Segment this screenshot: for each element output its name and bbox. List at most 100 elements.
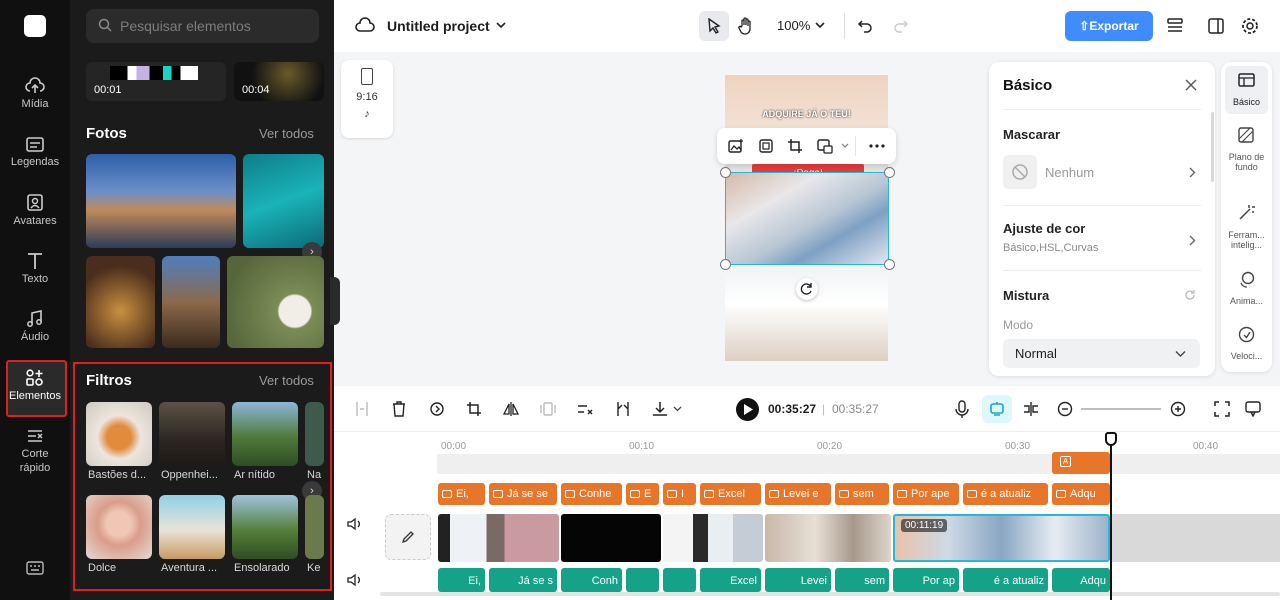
caption-clip[interactable]: sem bbox=[835, 483, 889, 505]
resize-handle[interactable] bbox=[720, 259, 731, 270]
video-clip[interactable] bbox=[561, 514, 661, 562]
add-image-icon[interactable] bbox=[728, 138, 744, 154]
replace-image-icon[interactable] bbox=[817, 138, 833, 154]
panel-collapse-handle[interactable] bbox=[330, 277, 340, 325]
text-clip[interactable]: A bbox=[1052, 452, 1110, 474]
rail-item-audio[interactable]: Áudio bbox=[0, 310, 70, 343]
crop-icon[interactable] bbox=[787, 138, 803, 154]
photo-thumbnail[interactable] bbox=[227, 256, 324, 348]
caption-clip[interactable]: Ei, bbox=[438, 483, 485, 505]
caption-clip[interactable]: Excel bbox=[700, 483, 761, 505]
video-clip-selected[interactable]: 00:11:19 bbox=[893, 514, 1110, 562]
loop-icon[interactable] bbox=[429, 401, 445, 417]
audio-clip[interactable]: Por ap bbox=[893, 568, 959, 592]
redo-icon[interactable] bbox=[893, 18, 909, 34]
layout-panel-icon[interactable] bbox=[1207, 17, 1225, 35]
audio-clip[interactable]: Já se s bbox=[489, 568, 557, 592]
timeline-scrollbar[interactable] bbox=[380, 592, 1280, 596]
freeze-icon[interactable] bbox=[540, 401, 556, 417]
audio-clip[interactable] bbox=[626, 568, 659, 592]
overlay-track[interactable] bbox=[437, 454, 1280, 474]
flip-icon[interactable] bbox=[503, 401, 519, 417]
transition-icon[interactable] bbox=[577, 401, 593, 417]
caption-clip[interactable]: E bbox=[626, 483, 659, 505]
speaker-icon[interactable] bbox=[347, 573, 363, 587]
fullscreen-icon[interactable] bbox=[1214, 401, 1230, 417]
audio-clip[interactable]: Conh bbox=[561, 568, 622, 592]
resize-handle[interactable] bbox=[720, 167, 731, 178]
scrollbar[interactable] bbox=[1211, 112, 1214, 182]
magic-wand-icon[interactable] bbox=[1238, 204, 1255, 221]
trash-icon[interactable] bbox=[392, 401, 406, 417]
audio-clip[interactable]: Levei bbox=[765, 568, 831, 592]
tab-label[interactable]: Anima... bbox=[1221, 296, 1272, 306]
microphone-icon[interactable] bbox=[955, 400, 969, 418]
resize-handle[interactable] bbox=[884, 259, 895, 270]
caption-clip[interactable]: I bbox=[663, 483, 696, 505]
background-icon[interactable] bbox=[1238, 127, 1254, 143]
rail-item-elementos[interactable]: Elementos bbox=[0, 369, 70, 402]
resize-handle[interactable] bbox=[884, 167, 895, 178]
fit-frame-icon[interactable] bbox=[758, 138, 774, 154]
chevron-down-icon[interactable] bbox=[496, 21, 506, 29]
more-icon[interactable] bbox=[869, 144, 885, 148]
audio-clip[interactable]: sem bbox=[835, 568, 889, 592]
tab-label[interactable]: Plano de fundo bbox=[1221, 152, 1272, 172]
audio-clip[interactable]: Excel bbox=[700, 568, 761, 592]
cover-edit-button[interactable] bbox=[385, 514, 431, 560]
zoom-out-icon[interactable] bbox=[1057, 401, 1073, 417]
trim-icon[interactable] bbox=[615, 401, 631, 417]
video-clip[interactable] bbox=[765, 514, 891, 562]
chevron-down-icon[interactable] bbox=[673, 406, 682, 412]
reset-icon[interactable] bbox=[1184, 289, 1196, 301]
split-clip-icon[interactable] bbox=[1023, 401, 1039, 417]
caption-clip[interactable]: Adqu bbox=[1052, 483, 1110, 505]
hand-icon[interactable] bbox=[738, 17, 754, 35]
zoom-in-icon[interactable] bbox=[1170, 401, 1186, 417]
speaker-icon[interactable] bbox=[347, 517, 363, 531]
tab-label[interactable]: Veloci... bbox=[1221, 351, 1272, 361]
animation-icon[interactable] bbox=[1238, 271, 1255, 288]
caption-clip[interactable]: Conhe bbox=[561, 483, 622, 505]
rail-item-texto[interactable]: Texto bbox=[0, 252, 70, 285]
caption-clip[interactable]: é a atualiz bbox=[963, 483, 1048, 505]
play-button[interactable] bbox=[736, 398, 759, 421]
audio-clip[interactable]: Adqu bbox=[1052, 568, 1110, 592]
caption-clip[interactable]: Por ape bbox=[893, 483, 959, 505]
selected-layer-bounds[interactable] bbox=[725, 172, 889, 265]
auto-snap-button[interactable] bbox=[982, 395, 1012, 423]
video-thumbnail[interactable]: 00:04 bbox=[234, 62, 324, 101]
video-thumbnail[interactable]: 00:01 bbox=[86, 62, 226, 101]
speed-icon[interactable] bbox=[1238, 326, 1255, 343]
project-name[interactable]: Untitled project bbox=[387, 18, 490, 34]
rail-item-corte-rapido[interactable]: Corte rápido bbox=[0, 428, 70, 475]
audio-clip[interactable]: é a atualiz bbox=[963, 568, 1048, 592]
photo-thumbnail[interactable] bbox=[86, 256, 155, 348]
chevron-right-icon[interactable] bbox=[1189, 235, 1196, 246]
app-logo[interactable] bbox=[24, 15, 46, 37]
rail-item-midia[interactable]: Mídia bbox=[0, 77, 70, 110]
keyboard-icon[interactable] bbox=[26, 561, 44, 575]
photo-thumbnail[interactable] bbox=[162, 256, 220, 348]
zoom-slider[interactable] bbox=[1081, 408, 1161, 410]
blend-mode-select[interactable]: Normal bbox=[1003, 339, 1200, 368]
chevron-down-icon[interactable] bbox=[841, 143, 849, 149]
fotos-see-all-link[interactable]: Ver todos bbox=[259, 126, 314, 141]
video-clip[interactable] bbox=[663, 514, 763, 562]
playhead[interactable] bbox=[1110, 432, 1112, 600]
split-icon[interactable] bbox=[355, 401, 369, 417]
playhead-handle[interactable] bbox=[1105, 432, 1117, 446]
zoom-level[interactable]: 100% bbox=[777, 18, 810, 33]
audio-clip[interactable]: Ei, bbox=[438, 568, 485, 592]
photo-thumbnail[interactable] bbox=[86, 154, 236, 248]
feedback-icon[interactable] bbox=[1245, 401, 1261, 417]
ajuste-de-cor-label[interactable]: Ajuste de cor bbox=[1003, 221, 1085, 236]
download-icon[interactable] bbox=[652, 401, 668, 417]
aspect-ratio-card[interactable]: 9:16 ♪ bbox=[341, 60, 393, 138]
mask-none-swatch[interactable] bbox=[1003, 155, 1037, 189]
rail-item-legendas[interactable]: Legendas bbox=[0, 137, 70, 168]
chevron-right-icon[interactable] bbox=[1189, 167, 1196, 178]
select-tool-button[interactable] bbox=[699, 11, 729, 41]
crop-icon[interactable] bbox=[466, 401, 482, 417]
cloud-icon[interactable] bbox=[355, 17, 375, 33]
